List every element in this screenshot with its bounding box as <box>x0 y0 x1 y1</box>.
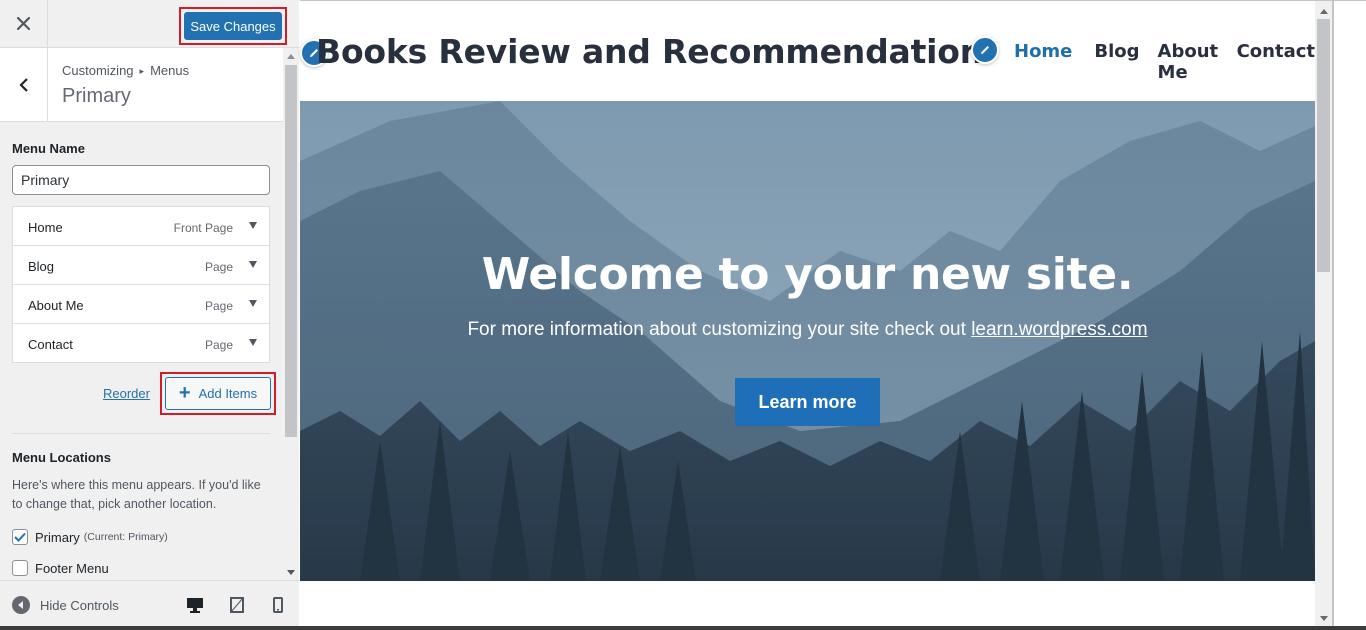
scroll-up-icon[interactable] <box>287 54 295 59</box>
nav-link-home[interactable]: Home <box>1014 41 1072 83</box>
menu-item-label: Home <box>28 220 63 235</box>
breadcrumb-current: Menus <box>150 63 190 78</box>
customizer-footer: Hide Controls <box>0 580 299 630</box>
location-primary-label: Primary <box>35 529 80 545</box>
expand-arrow-icon[interactable] <box>249 222 257 229</box>
section-divider <box>12 433 270 434</box>
add-items-highlight: + Add Items <box>160 372 276 415</box>
hide-controls-label: Hide Controls <box>40 597 119 613</box>
panel-header: Customizing ▸ Menus Primary <box>0 48 283 122</box>
edit-menu-pencil-icon[interactable] <box>971 36 999 64</box>
mobile-icon <box>273 597 283 613</box>
scrollbar-thumb[interactable] <box>285 65 297 437</box>
learn-more-button[interactable]: Learn more <box>735 378 880 426</box>
hero-title: Welcome to your new site. <box>481 249 1134 300</box>
customizer-app: Save Changes Customizing ▸ Menus Primary M… <box>0 0 1366 630</box>
sidebar-scrollbar[interactable] <box>283 48 299 580</box>
location-primary-note: (Current: Primary) <box>83 531 168 543</box>
add-items-label: Add Items <box>198 386 258 401</box>
site-nav: Home Blog About Me Contact <box>1014 41 1315 83</box>
menu-item-type: Front Page <box>173 221 233 235</box>
scroll-down-icon[interactable] <box>1320 616 1328 621</box>
location-footer-checkbox[interactable] <box>12 560 28 576</box>
expand-arrow-icon[interactable] <box>249 300 257 307</box>
menu-item-label: Contact <box>28 337 73 352</box>
scroll-up-icon[interactable] <box>1320 9 1328 14</box>
menu-items-list: Home Front Page Blog Page About Me Page … <box>12 206 270 363</box>
customizer-sidebar: Save Changes Customizing ▸ Menus Primary M… <box>0 0 299 630</box>
panel-title: Primary <box>62 85 131 107</box>
hide-controls-button[interactable]: Hide Controls <box>12 596 119 614</box>
nav-link-about-me[interactable]: About Me <box>1158 41 1221 83</box>
mountain-forest-image <box>300 101 1315 581</box>
breadcrumb: Customizing ▸ Menus <box>62 63 189 78</box>
site-title[interactable]: Books Review and Recommendation <box>316 32 983 71</box>
breadcrumb-separator-icon: ▸ <box>139 66 145 76</box>
hero-subtitle: For more information about customizing y… <box>300 319 1315 341</box>
plus-icon: + <box>178 381 191 404</box>
hero-cover: Welcome to your new site. For more infor… <box>300 101 1315 581</box>
menu-item-type: Page <box>204 299 233 313</box>
breadcrumb-parent: Customizing <box>62 63 134 78</box>
location-footer-label: Footer Menu <box>35 560 109 576</box>
close-icon <box>17 17 30 30</box>
menu-item-label: Blog <box>28 259 55 274</box>
menu-item-about-me[interactable]: About Me Page <box>12 284 270 324</box>
location-primary-checkbox[interactable] <box>12 529 28 545</box>
menu-locations-description: Here's where this menu appears. If you'd… <box>12 478 261 511</box>
tablet-icon <box>230 597 244 613</box>
checkmark-icon <box>14 532 26 542</box>
menu-item-contact[interactable]: Contact Page <box>12 323 270 363</box>
chevron-left-icon <box>18 77 28 92</box>
site-header: Books Review and Recommendation Home Blo… <box>300 1 1315 101</box>
menu-item-type: Page <box>204 338 233 352</box>
close-button[interactable] <box>0 0 48 47</box>
preview-scrollbar[interactable] <box>1315 1 1332 630</box>
customizer-topbar: Save Changes <box>0 0 299 48</box>
menu-item-home[interactable]: Home Front Page <box>12 206 270 246</box>
desktop-icon <box>187 598 203 613</box>
menu-item-label: About Me <box>28 298 84 313</box>
scroll-down-icon[interactable] <box>287 570 295 575</box>
menu-name-input[interactable]: Primary <box>12 165 270 195</box>
hero-subtitle-text: For more information about customizing y… <box>467 319 966 340</box>
back-button[interactable] <box>0 48 48 121</box>
scrollbar-thumb[interactable] <box>1317 19 1330 272</box>
save-changes-button[interactable]: Save Changes <box>184 12 282 40</box>
location-primary-option[interactable]: Primary (Current: Primary) <box>12 527 168 547</box>
collapse-arrow-icon <box>12 596 30 614</box>
menu-locations-title: Menu Locations <box>12 450 111 465</box>
menu-name-label: Menu Name <box>12 141 85 156</box>
tablet-preview-button[interactable] <box>227 595 247 615</box>
location-footer-option[interactable]: Footer Menu <box>12 558 109 578</box>
expand-arrow-icon[interactable] <box>249 261 257 268</box>
menu-item-blog[interactable]: Blog Page <box>12 245 270 285</box>
nav-link-blog[interactable]: Blog <box>1094 41 1139 83</box>
window-bottom-edge <box>0 626 1366 630</box>
site-preview: Books Review and Recommendation Home Blo… <box>300 0 1366 630</box>
learn-wordpress-link[interactable]: learn.wordpress.com <box>971 319 1147 340</box>
mobile-preview-button[interactable] <box>268 595 288 615</box>
save-highlight: Save Changes <box>179 7 287 45</box>
nav-link-contact[interactable]: Contact <box>1237 41 1315 83</box>
reorder-link[interactable]: Reorder <box>103 386 150 401</box>
menu-item-type: Page <box>204 260 233 274</box>
window-edge <box>1332 1 1334 630</box>
desktop-preview-button[interactable] <box>185 595 205 615</box>
expand-arrow-icon[interactable] <box>249 339 257 346</box>
add-items-button[interactable]: + Add Items <box>165 377 271 410</box>
